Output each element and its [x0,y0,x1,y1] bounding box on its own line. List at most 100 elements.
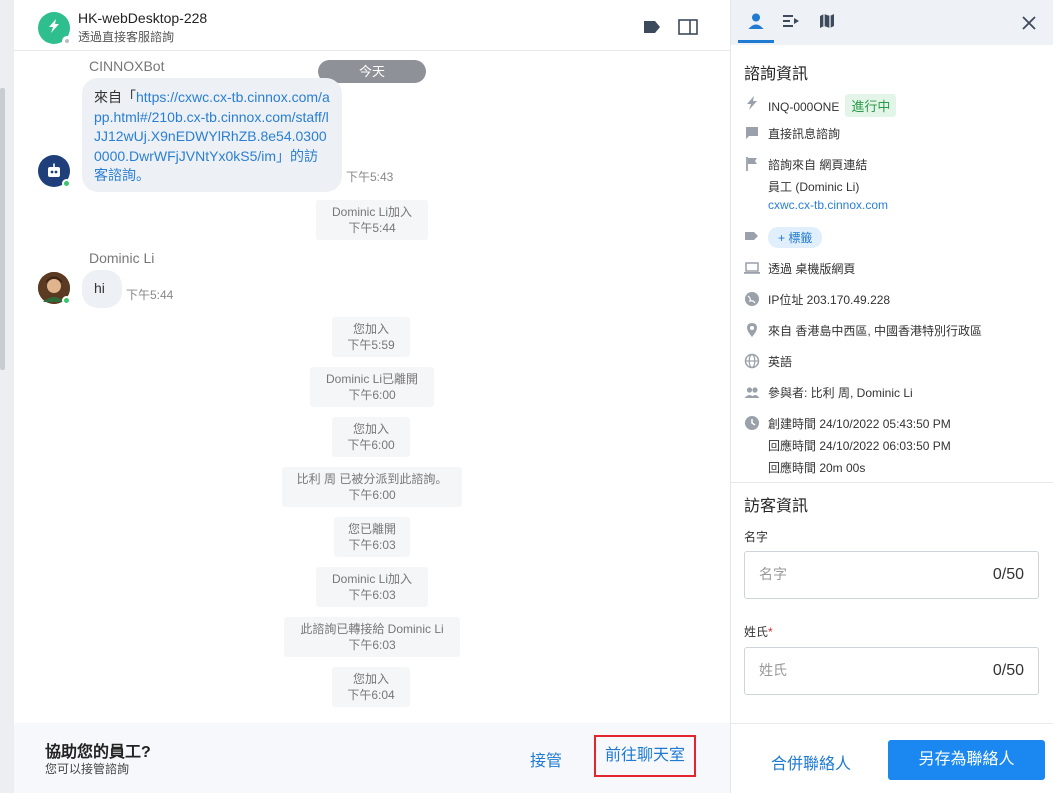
room-title: HK-webDesktop-228 [78,10,208,26]
left-strip [0,0,14,793]
system-time: 下午6:03 [348,588,396,602]
message-bubble: hi [82,270,122,308]
system-message: 您加入 下午6:04 [332,667,410,707]
system-message: 您已離開 下午6:03 [334,517,410,557]
system-message: 此諮詢已轉接給 Dominic Li 下午6:03 [284,617,460,657]
help-subtitle: 您可以接管諮詢 [45,762,130,776]
source-line2: 員工 (Dominic Li) [768,180,860,194]
source-link[interactable]: cxwc.cx-tb.cinnox.com [768,198,888,212]
system-time: 下午6:03 [348,638,396,652]
system-time: 下午6:00 [347,438,395,452]
globe-icon [744,353,760,369]
section-divider [731,482,1053,483]
source-row: 諮詢來自 網頁連結 員工 (Dominic Li) cxwc.cx-tb.cin… [744,156,1044,216]
location-text: 來自 香港島中西區, 中國香港特別行政區 [768,324,983,338]
side-tabs [731,0,1053,45]
last-name-label-text: 姓氏 [744,625,769,639]
first-name-label: 名字 [744,530,769,544]
first-name-counter: 0/50 [992,566,1024,583]
bolt-icon [744,95,760,111]
system-message: Dominic Li加入 下午5:44 [316,200,428,240]
inquiry-side-panel: 諮詢資訊 INQ-000ONE 進行中 直接訊息諮詢 諮詢來自 網頁連結 員工 (… [730,0,1053,793]
ip-text: IP位址 203.170.49.228 [768,293,891,307]
language-text: 英語 [768,355,793,369]
inquiry-id: INQ-000ONE [768,100,840,114]
chat-bubble-icon [744,125,760,141]
person-icon [747,12,765,35]
left-scrollbar[interactable] [0,88,5,370]
add-tag-button[interactable]: + 標籤 [768,227,823,248]
status-badge: 進行中 [845,94,897,117]
people-icon [744,384,760,400]
label-icon[interactable] [642,18,662,36]
responded-time: 回應時間 24/10/2022 06:03:50 PM [768,439,951,453]
system-time: 下午6:04 [347,688,395,702]
clock-icon [744,415,760,431]
goto-chatroom-button[interactable]: 前往聊天室 [594,735,696,777]
panel-toggle-icon[interactable] [678,18,698,36]
system-time: 下午6:03 [348,538,396,552]
room-avatar [38,12,72,46]
online-dot [62,179,71,188]
lightning-icon [45,17,63,40]
bot-avatar [38,155,71,188]
system-text: 您已離開 [347,522,396,536]
system-text: 比利 周 已被分派到此諮詢。 [296,472,448,486]
timestamps-row: 創建時間 24/10/2022 05:43:50 PM 回應時間 24/10/2… [744,415,1044,475]
takeover-button[interactable]: 接管 [530,747,562,771]
system-text: 此諮詢已轉接給 Dominic Li [300,622,444,636]
system-time: 下午6:00 [348,488,396,502]
globe-network-icon [744,291,760,307]
tab-details[interactable] [773,10,809,36]
active-tab-indicator [738,40,774,43]
message-prefix: 來自「 [94,89,136,105]
user-avatar [38,272,71,305]
app-window: HK-webDesktop-228 透過直接客服諮詢 今天 CINNOXBot … [0,0,1053,793]
system-text: Dominic Li已離開 [325,372,419,386]
device-text: 透過 桌機版網頁 [768,262,856,276]
first-name-input[interactable] [759,566,959,582]
room-subtitle: 透過直接客服諮詢 [78,30,175,44]
location-pin-icon [744,322,760,338]
system-text: Dominic Li加入 [331,572,413,586]
chat-footer: 協助您的員工? 您可以接管諮詢 接管 前往聊天室 [14,723,730,793]
system-text: 您加入 [352,422,389,436]
robot-icon [45,162,63,185]
tag-icon [744,228,760,244]
save-as-contact-button[interactable]: 另存為聯絡人 [888,740,1045,780]
list-detail-icon [782,13,800,34]
chat-header: HK-webDesktop-228 透過直接客服諮詢 [14,0,730,51]
presence-dot [62,36,72,46]
response-duration: 回應時間 20m 00s [768,461,866,475]
system-message: 比利 周 已被分派到此諮詢。 下午6:00 [282,467,462,507]
created-time: 創建時間 24/10/2022 05:43:50 PM [768,417,951,431]
system-message: 您加入 下午6:00 [332,417,410,457]
tab-map[interactable] [809,10,845,36]
merge-contact-button[interactable]: 合併聯絡人 [771,750,851,774]
system-text: Dominic Li加入 [331,205,413,219]
flag-icon [744,156,760,172]
system-time: 下午5:59 [347,338,395,352]
first-name-field[interactable]: 0/50 [744,551,1039,599]
help-title: 協助您的員工? [45,744,151,761]
last-name-counter: 0/50 [992,662,1024,679]
map-icon [819,13,835,34]
last-name-input[interactable] [759,662,959,678]
message-time: 下午5:43 [346,170,394,184]
last-name-label: 姓氏* [744,623,773,640]
message-bubble: 來自「https://cxwc.cx-tb.cinnox.com/app.htm… [82,78,342,192]
system-text: 您加入 [352,672,389,686]
chat-panel: HK-webDesktop-228 透過直接客服諮詢 今天 CINNOXBot … [14,0,730,793]
last-name-field[interactable]: 0/50 [744,647,1039,695]
close-icon[interactable] [1020,14,1038,32]
laptop-icon [744,260,760,276]
online-dot [62,296,71,305]
side-footer: 合併聯絡人 另存為聯絡人 [731,723,1053,793]
system-message: Dominic Li已離開 下午6:00 [310,367,434,407]
tab-profile[interactable] [738,10,774,36]
sender-name: Dominic Li [89,250,155,266]
system-text: 您加入 [352,322,389,336]
source-line1: 諮詢來自 網頁連結 [768,158,868,172]
participants-text: 參與者: 比利 周, Dominic Li [768,386,913,400]
message-time: 下午5:44 [126,288,174,302]
